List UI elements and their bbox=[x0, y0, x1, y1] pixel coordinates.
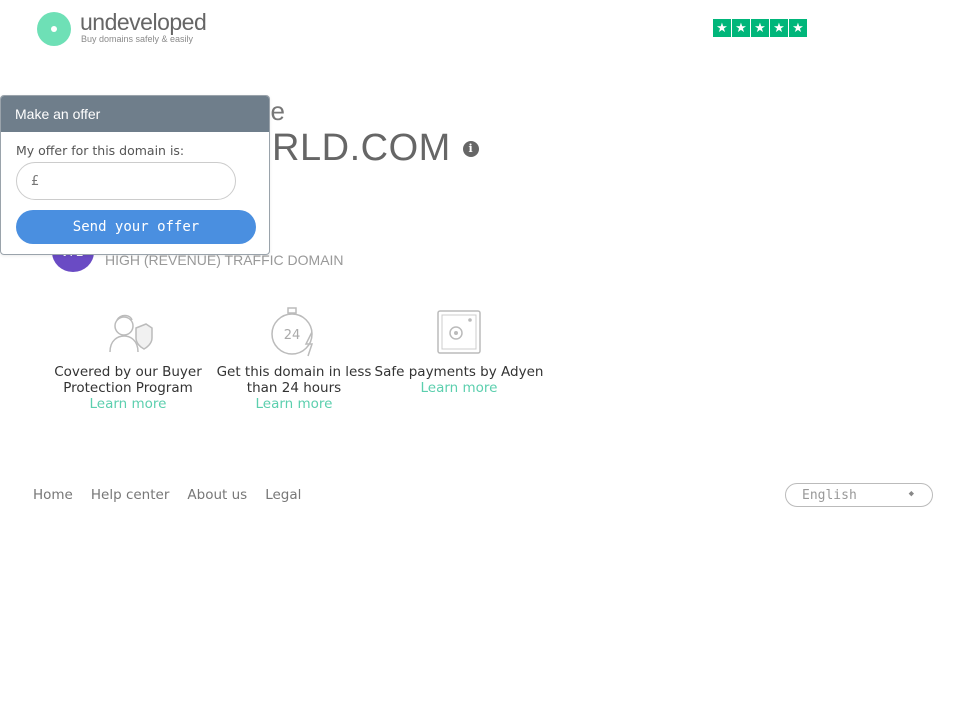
footer-link-legal[interactable]: Legal bbox=[265, 487, 301, 503]
learn-more-link[interactable]: Learn more bbox=[43, 396, 213, 412]
safe-icon bbox=[437, 310, 481, 354]
footer-nav: Home Help center About us Legal bbox=[33, 487, 301, 503]
learn-more-link[interactable]: Learn more bbox=[374, 380, 544, 396]
logo-tagline: Buy domains safely & easily bbox=[81, 34, 194, 44]
currency-symbol: £ bbox=[31, 173, 39, 189]
star-icon: ★ bbox=[789, 19, 807, 37]
star-icon: ★ bbox=[713, 19, 731, 37]
shield-person-icon bbox=[109, 314, 153, 353]
footer-link-help-center[interactable]: Help center bbox=[91, 487, 170, 503]
star-icon: ★ bbox=[732, 19, 750, 37]
feature-24-hours: 24 Get this domain in less than 24 hours… bbox=[209, 306, 379, 412]
domain-name-text: ORLD.COM bbox=[242, 127, 451, 169]
footer-link-home[interactable]: Home bbox=[33, 487, 73, 503]
star-icon: ★ bbox=[770, 19, 788, 37]
logo-text: undeveloped bbox=[80, 9, 207, 35]
feature-text: Safe payments by Adyen bbox=[374, 364, 544, 380]
language-select[interactable]: English ◆ bbox=[785, 483, 933, 507]
logo-mark-icon bbox=[37, 12, 71, 46]
offer-label: My offer for this domain is: bbox=[16, 143, 185, 158]
offer-input-wrapper[interactable]: £ bbox=[16, 162, 236, 200]
info-icon[interactable]: i bbox=[462, 140, 479, 157]
learn-more-link[interactable]: Learn more bbox=[209, 396, 379, 412]
offer-amount-input[interactable] bbox=[44, 165, 235, 197]
make-offer-panel: Make an offer My offer for this domain i… bbox=[0, 95, 270, 255]
stopwatch-24-icon: 24 bbox=[271, 307, 314, 357]
chevron-down-icon: ◆ bbox=[908, 489, 914, 499]
language-value: English bbox=[802, 487, 857, 503]
feature-text: Covered by our Buyer Protection Program bbox=[54, 364, 202, 396]
send-offer-button[interactable]: Send your offer bbox=[16, 210, 256, 244]
offer-panel-title[interactable]: Make an offer bbox=[1, 96, 269, 132]
feature-buyer-protection: Covered by our Buyer Protection Program … bbox=[43, 306, 213, 412]
star-icon: ★ bbox=[751, 19, 769, 37]
feature-text: Get this domain in less than 24 hours bbox=[216, 364, 372, 396]
footer-link-about-us[interactable]: About us bbox=[187, 487, 247, 503]
logo[interactable]: undeveloped Buy domains safely & easily bbox=[37, 9, 237, 52]
feature-safe-payments: Safe payments by Adyen Learn more bbox=[374, 306, 544, 396]
trustpilot-rating[interactable]: ★ ★ ★ ★ ★ bbox=[713, 19, 807, 37]
svg-text:24: 24 bbox=[284, 328, 301, 343]
